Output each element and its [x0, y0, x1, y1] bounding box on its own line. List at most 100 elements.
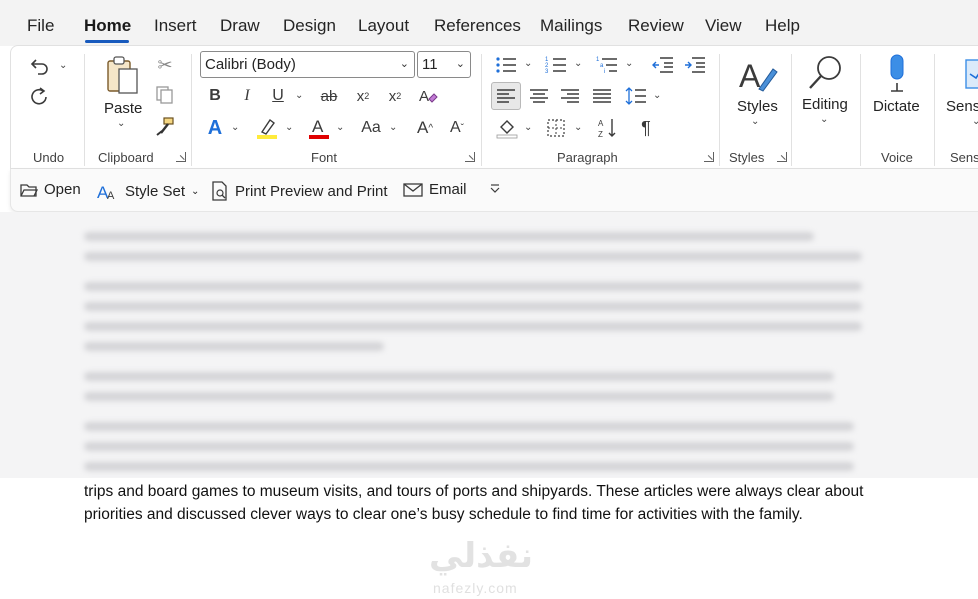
change-case-dropdown-icon[interactable]: ⌄ — [389, 122, 397, 133]
sort-icon[interactable]: AZ — [596, 116, 620, 140]
tab-file[interactable]: File — [27, 16, 54, 36]
borders-icon[interactable] — [544, 116, 568, 140]
increase-indent-icon[interactable] — [683, 54, 707, 76]
borders-dropdown-icon[interactable]: ⌄ — [574, 122, 582, 133]
tab-mailings[interactable]: Mailings — [540, 16, 602, 36]
align-right-icon[interactable] — [558, 84, 582, 108]
separator — [481, 54, 482, 166]
open-button[interactable]: Open — [20, 181, 81, 198]
tab-review[interactable]: Review — [628, 16, 684, 36]
tab-view[interactable]: View — [705, 16, 742, 36]
search-icon[interactable] — [806, 52, 846, 94]
align-left-icon[interactable] — [491, 82, 521, 110]
sensitivity-group-label: Sens — [950, 150, 978, 165]
paste-dropdown-icon[interactable]: ⌄ — [117, 118, 125, 129]
underline-icon[interactable]: U — [268, 85, 288, 107]
document-page[interactable]: trips and board games to museum visits, … — [0, 478, 978, 599]
tab-home[interactable]: Home — [84, 16, 131, 36]
customize-toolbar-icon[interactable] — [489, 183, 501, 195]
numbering-dropdown-icon[interactable]: ⌄ — [574, 58, 582, 69]
styles-button-label[interactable]: Styles — [737, 98, 778, 115]
bold-icon[interactable]: B — [205, 85, 225, 107]
paste-icon[interactable] — [103, 54, 141, 98]
line-spacing-dropdown-icon[interactable]: ⌄ — [653, 90, 661, 101]
open-label: Open — [44, 181, 81, 198]
styles-launcher-icon[interactable] — [777, 152, 787, 162]
svg-text:3: 3 — [545, 69, 549, 74]
superscript-icon[interactable]: x2 — [384, 85, 406, 107]
font-size-dropdown-icon[interactable]: ⌄ — [456, 57, 465, 70]
font-name-combo[interactable]: Calibri (Body) ⌄ — [200, 51, 415, 78]
email-icon — [403, 182, 423, 197]
font-color-icon[interactable]: A — [307, 116, 331, 140]
line-spacing-icon[interactable] — [624, 84, 648, 108]
italic-icon[interactable]: I — [237, 85, 257, 107]
tab-help[interactable]: Help — [765, 16, 800, 36]
clear-formatting-icon[interactable]: A — [416, 85, 440, 107]
microphone-icon[interactable] — [884, 52, 910, 94]
svg-text:A: A — [312, 117, 324, 136]
subscript-icon[interactable]: x2 — [352, 85, 374, 107]
quick-access-toolbar: Open AA Style Set ⌄ Print Preview and Pr… — [10, 169, 978, 212]
bullets-dropdown-icon[interactable]: ⌄ — [524, 58, 532, 69]
underline-dropdown-icon[interactable]: ⌄ — [295, 90, 303, 101]
font-size-combo[interactable]: 11 ⌄ — [417, 51, 471, 78]
font-name-dropdown-icon[interactable]: ⌄ — [400, 57, 409, 70]
multilevel-list-icon[interactable]: 1ai — [595, 54, 619, 76]
highlight-dropdown-icon[interactable]: ⌄ — [285, 122, 293, 133]
text-effects-dropdown-icon[interactable]: ⌄ — [231, 122, 239, 133]
email-button[interactable]: Email — [403, 181, 467, 198]
font-size-value: 11 — [422, 56, 438, 73]
paste-button-label[interactable]: Paste — [104, 100, 142, 117]
redo-icon[interactable] — [27, 84, 53, 110]
show-formatting-marks-icon[interactable]: ¶ — [634, 116, 658, 140]
style-set-dropdown-icon[interactable]: ⌄ — [191, 186, 199, 197]
paragraph-launcher-icon[interactable] — [704, 152, 714, 162]
tab-references[interactable]: References — [434, 16, 521, 36]
change-case-icon[interactable]: Aa — [356, 116, 386, 140]
cut-icon[interactable]: ✂ — [154, 54, 176, 76]
copy-icon[interactable] — [154, 84, 176, 106]
sensitivity-icon[interactable] — [962, 54, 978, 94]
clipboard-launcher-icon[interactable] — [176, 152, 186, 162]
shading-icon[interactable] — [495, 116, 519, 140]
font-color-dropdown-icon[interactable]: ⌄ — [336, 122, 344, 133]
dictate-button-label[interactable]: Dictate — [873, 98, 920, 115]
tab-draw[interactable]: Draw — [220, 16, 260, 36]
font-launcher-icon[interactable] — [465, 152, 475, 162]
shading-dropdown-icon[interactable]: ⌄ — [524, 122, 532, 133]
styles-gallery-icon[interactable]: A — [736, 54, 780, 98]
svg-text:i: i — [604, 69, 605, 74]
shrink-font-icon[interactable]: Aˇ — [445, 116, 469, 140]
style-set-button[interactable]: AA Style Set ⌄ — [97, 181, 199, 202]
format-painter-icon[interactable] — [154, 116, 176, 138]
tab-insert[interactable]: Insert — [154, 16, 197, 36]
sensitivity-button-label[interactable]: Sensi — [946, 98, 978, 115]
highlight-color-icon[interactable] — [255, 116, 279, 140]
svg-text:Z: Z — [598, 130, 603, 139]
text-effects-icon[interactable]: A — [203, 116, 227, 140]
separator — [191, 54, 192, 166]
justify-icon[interactable] — [590, 84, 614, 108]
decrease-indent-icon[interactable] — [651, 54, 675, 76]
bullets-icon[interactable] — [494, 54, 518, 76]
watermark-logo: نفذلي — [429, 537, 534, 575]
editing-button-label[interactable]: Editing — [802, 96, 848, 113]
tab-layout[interactable]: Layout — [358, 16, 409, 36]
document-blurred-area — [0, 212, 978, 478]
editing-dropdown-icon[interactable]: ⌄ — [820, 114, 828, 125]
align-center-icon[interactable] — [527, 84, 551, 108]
tab-design[interactable]: Design — [283, 16, 336, 36]
sensitivity-dropdown-icon[interactable]: ⌄ — [972, 116, 978, 127]
multilevel-dropdown-icon[interactable]: ⌄ — [625, 58, 633, 69]
undo-icon[interactable] — [27, 54, 53, 80]
print-preview-label: Print Preview and Print — [235, 182, 388, 200]
undo-dropdown-icon[interactable]: ⌄ — [59, 60, 67, 71]
strikethrough-icon[interactable]: ab — [318, 85, 340, 107]
print-preview-button[interactable]: Print Preview and Print — [211, 181, 388, 201]
grow-font-icon[interactable]: A ^ — [413, 116, 437, 140]
numbering-icon[interactable]: 123 — [544, 54, 568, 76]
document-paragraph[interactable]: trips and board games to museum visits, … — [84, 481, 874, 526]
highlight-swatch — [257, 135, 277, 139]
styles-dropdown-icon[interactable]: ⌄ — [751, 116, 759, 127]
